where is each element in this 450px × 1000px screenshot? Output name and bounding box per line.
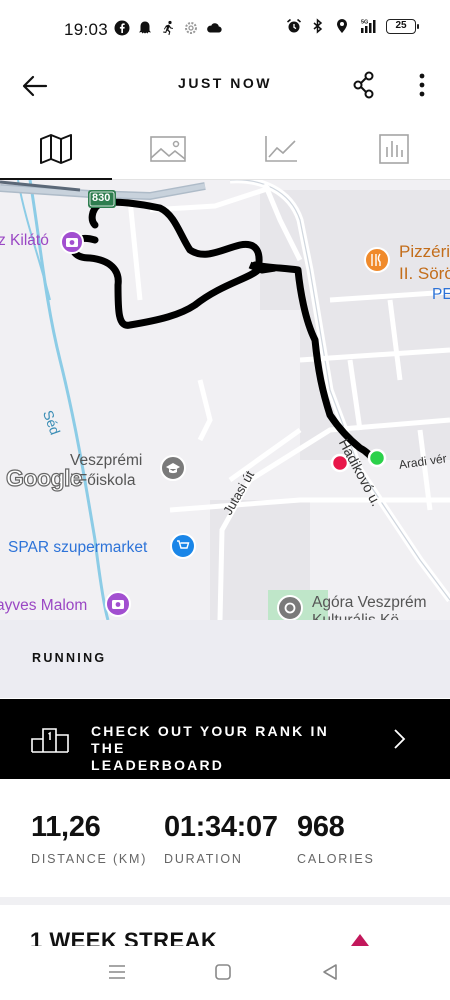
signal-icon: 5G (361, 20, 376, 33)
map-label-malom: ayves Malom (0, 597, 88, 614)
triangle-up-icon[interactable] (350, 933, 370, 947)
location-icon (337, 19, 347, 33)
runner-icon (163, 20, 173, 36)
more-vertical-icon[interactable] (412, 70, 432, 100)
facebook-icon (114, 20, 130, 36)
bar-chart-icon (379, 134, 409, 164)
line-chart-icon (265, 136, 297, 162)
cloud-icon (207, 23, 222, 33)
system-nav-bar (0, 946, 450, 1000)
leaderboard-line2: LEADERBOARD (91, 757, 225, 773)
podium-icon (31, 728, 69, 753)
tab-map[interactable] (0, 118, 112, 181)
status-right-icons: 5G 25 (286, 18, 419, 34)
view-tabs (0, 118, 450, 181)
map-label-kilato: z Kilátó (0, 232, 49, 249)
leaderboard-banner[interactable]: CHECK OUT YOUR RANK IN THE LEADERBOARD (0, 699, 450, 779)
route-map[interactable]: 830 z Kilátó Pizzéri II. Sörö PE Séd Ves… (0, 180, 450, 620)
map-label-pizzeria-line1: Pizzéri (399, 242, 450, 261)
leaderboard-text: CHECK OUT YOUR RANK IN THE LEADERBOARD (91, 723, 351, 774)
tab-splits[interactable] (338, 118, 450, 180)
map-label-spar: SPAR szupermarket (8, 539, 148, 556)
stat-distance-label: DISTANCE (KM) (31, 852, 148, 866)
activity-type-label: RUNNING (32, 651, 107, 665)
activity-type-section: RUNNING (0, 620, 450, 698)
google-logo: Google (5, 464, 83, 491)
battery-icon: 25 (386, 18, 419, 34)
svg-text:5G: 5G (361, 20, 368, 26)
alarm-icon (286, 18, 302, 33)
stat-duration-value: 01:34:07 (164, 811, 278, 843)
back-triangle-icon[interactable] (319, 962, 343, 982)
page-title: JUST NOW (178, 75, 272, 91)
activity-stats: 11,26 DISTANCE (KM) 01:34:07 DURATION 96… (0, 795, 450, 885)
app-bar: JUST NOW (0, 60, 450, 110)
status-time: 19:03 (64, 20, 109, 39)
stat-distance: 11,26 DISTANCE (KM) (31, 811, 147, 866)
menu-icon[interactable] (105, 962, 129, 982)
chevron-right-icon (394, 729, 406, 749)
tab-graph[interactable] (225, 118, 337, 180)
home-square-icon[interactable] (211, 962, 235, 982)
stat-calories-label: CALORIES (297, 852, 375, 866)
stat-calories-value: 968 (297, 811, 345, 843)
map-label-pe: PE (432, 286, 450, 303)
road-830-label: 830 (92, 192, 111, 204)
ghost-icon (139, 21, 151, 34)
status-bar: 19:03 5G 25 (0, 0, 450, 60)
settings-icon (185, 22, 197, 34)
section-divider (0, 897, 450, 905)
map-label-agora-line1: Agóra Veszprém (312, 594, 427, 611)
map-label-pizzeria-line2: II. Sörö (399, 264, 450, 283)
tab-photos[interactable] (112, 118, 224, 180)
stat-duration-label: DURATION (164, 852, 243, 866)
bluetooth-icon (313, 18, 323, 34)
map-label-agora-line2: Kulturális Kö (312, 612, 399, 620)
map-icon (40, 134, 72, 164)
stat-calories: 968 CALORIES (297, 811, 375, 866)
image-icon (150, 136, 186, 162)
share-icon[interactable] (350, 70, 378, 100)
status-left-icons (114, 20, 222, 36)
stat-duration: 01:34:07 DURATION (164, 811, 278, 866)
leaderboard-line1: CHECK OUT YOUR RANK IN THE (91, 723, 329, 756)
stat-distance-value: 11,26 (31, 811, 101, 843)
